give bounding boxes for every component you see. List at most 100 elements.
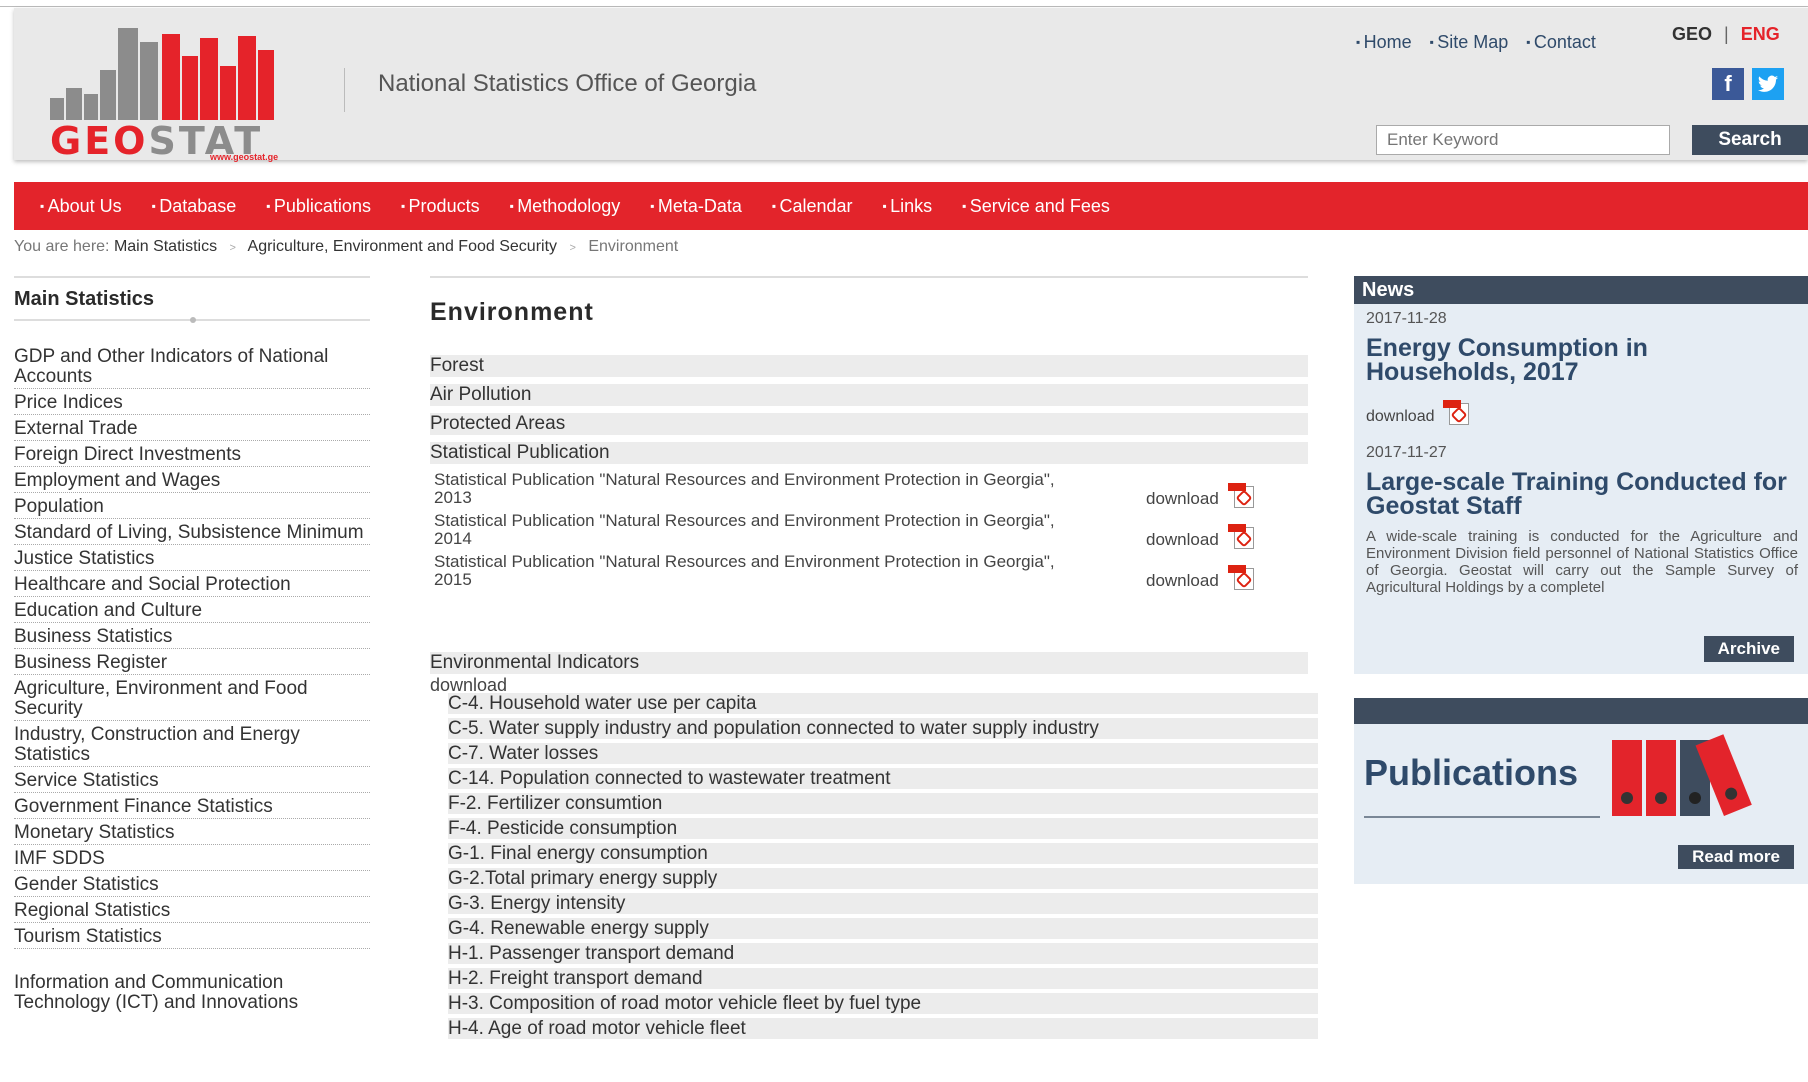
publication-row: Statistical Publication "Natural Resourc… xyxy=(430,512,1308,553)
sidebar-item-service[interactable]: Service Statistics xyxy=(14,767,370,793)
download-label[interactable]: download xyxy=(1146,571,1219,590)
news-panel: News 2017-11-28 Energy Consumption in Ho… xyxy=(1354,276,1808,674)
publication-title: Statistical Publication "Natural Resourc… xyxy=(434,470,1055,507)
indicator-item[interactable]: C-5. Water supply industry and populatio… xyxy=(448,718,1318,739)
main-nav: About Us Database Publications Products … xyxy=(14,182,1808,230)
pdf-icon[interactable] xyxy=(1227,565,1256,591)
sidebar-item-population[interactable]: Population xyxy=(14,493,370,519)
category-statistical-publication[interactable]: Statistical Publication xyxy=(430,442,1308,464)
nav-publications[interactable]: Publications xyxy=(266,196,371,217)
lang-eng[interactable]: ENG xyxy=(1741,24,1780,44)
sidebar-item-price-indices[interactable]: Price Indices xyxy=(14,389,370,415)
indicator-item[interactable]: G-4. Renewable energy supply xyxy=(448,918,1318,939)
download-label[interactable]: download xyxy=(1146,489,1219,508)
indicator-item[interactable]: G-1. Final energy consumption xyxy=(448,843,1318,864)
sidebar-item-employment[interactable]: Employment and Wages xyxy=(14,467,370,493)
category-list: Forest Air Pollution Protected Areas Sta… xyxy=(430,355,1308,464)
sidebar-item-business-statistics[interactable]: Business Statistics xyxy=(14,623,370,649)
twitter-icon[interactable] xyxy=(1752,68,1784,100)
indicator-item[interactable]: G-3. Energy intensity xyxy=(448,893,1318,914)
sidebar-item-government-finance[interactable]: Government Finance Statistics xyxy=(14,793,370,819)
sidebar-title: Main Statistics xyxy=(14,288,370,323)
facebook-icon[interactable]: f xyxy=(1712,68,1744,100)
sidebar-item-justice[interactable]: Justice Statistics xyxy=(14,545,370,571)
sidebar-item-industry[interactable]: Industry, Construction and Energy Statis… xyxy=(14,721,370,767)
logo-url: www.geostat.ge xyxy=(210,152,279,162)
category-air-pollution[interactable]: Air Pollution xyxy=(430,384,1308,406)
indicator-item[interactable]: C-7. Water losses xyxy=(448,743,1318,764)
lang-geo[interactable]: GEO xyxy=(1672,24,1712,44)
sidebar-item-external-trade[interactable]: External Trade xyxy=(14,415,370,441)
nav-service-and-fees[interactable]: Service and Fees xyxy=(962,196,1110,217)
pdf-icon[interactable] xyxy=(1227,524,1256,550)
breadcrumb-separator: > xyxy=(569,242,576,254)
indicator-item[interactable]: C-14. Population connected to wastewater… xyxy=(448,768,1318,789)
publications-promo[interactable]: Publications Read more xyxy=(1354,698,1808,884)
news-download-link[interactable]: download xyxy=(1366,400,1798,426)
indicator-item[interactable]: H-3. Composition of road motor vehicle f… xyxy=(448,993,1318,1014)
sidebar-item-fdi[interactable]: Foreign Direct Investments xyxy=(14,441,370,467)
publication-download-link[interactable]: download xyxy=(1146,483,1256,509)
indicator-item[interactable]: G-2.Total primary energy supply xyxy=(448,868,1318,889)
environmental-indicators-heading[interactable]: Environmental Indicators xyxy=(430,652,1308,674)
archive-button[interactable]: Archive xyxy=(1703,636,1794,662)
search-input[interactable] xyxy=(1376,125,1670,155)
indicators-download-link[interactable]: download xyxy=(430,675,1308,695)
publication-download-link[interactable]: download xyxy=(1146,524,1256,550)
download-label[interactable]: download xyxy=(1366,408,1435,425)
sidebar-item-business-register[interactable]: Business Register xyxy=(14,649,370,675)
pdf-icon[interactable] xyxy=(1227,483,1256,509)
publication-row: Statistical Publication "Natural Resourc… xyxy=(430,553,1308,594)
sidebar-item-agriculture[interactable]: Agriculture, Environment and Food Securi… xyxy=(14,675,370,721)
geostat-logo[interactable]: GEOSTAT www.geostat.ge xyxy=(34,18,304,162)
publication-title: Statistical Publication "Natural Resourc… xyxy=(434,552,1055,589)
sidebar-item-education[interactable]: Education and Culture xyxy=(14,597,370,623)
sidebar-item-ict[interactable]: Information and Communication Technology… xyxy=(14,969,370,1014)
sidebar-item-regional[interactable]: Regional Statistics xyxy=(14,897,370,923)
sidebar-item-gdp[interactable]: GDP and Other Indicators of National Acc… xyxy=(14,343,370,389)
breadcrumb-main-statistics[interactable]: Main Statistics xyxy=(114,238,217,255)
sidebar-item-monetary[interactable]: Monetary Statistics xyxy=(14,819,370,845)
nav-calendar[interactable]: Calendar xyxy=(772,196,853,217)
category-protected-areas[interactable]: Protected Areas xyxy=(430,413,1308,435)
sidebar-item-tourism[interactable]: Tourism Statistics xyxy=(14,923,370,949)
indicator-item[interactable]: H-4. Age of road motor vehicle fleet xyxy=(448,1018,1318,1039)
publication-download-link[interactable]: download xyxy=(1146,565,1256,591)
nav-products[interactable]: Products xyxy=(401,196,480,217)
indicator-item[interactable]: F-2. Fertilizer consumtion xyxy=(448,793,1318,814)
news-title[interactable]: Large-scale Training Conducted for Geost… xyxy=(1366,470,1798,519)
breadcrumb-agriculture[interactable]: Agriculture, Environment and Food Securi… xyxy=(248,238,557,255)
main-content: Environment Forest Air Pollution Protect… xyxy=(430,276,1318,1043)
home-link[interactable]: Home xyxy=(1356,32,1412,53)
contact-link[interactable]: Contact xyxy=(1526,32,1596,53)
indicator-item[interactable]: C-4. Household water use per capita xyxy=(448,693,1318,714)
publication-row: Statistical Publication "Natural Resourc… xyxy=(430,471,1308,512)
breadcrumb-prefix: You are here: xyxy=(14,238,110,255)
news-excerpt: A wide-scale training is conducted for t… xyxy=(1366,528,1798,596)
pdf-icon[interactable] xyxy=(1442,400,1471,426)
nav-methodology[interactable]: Methodology xyxy=(510,196,620,217)
sidebar-item-imf-sdds[interactable]: IMF SDDS xyxy=(14,845,370,871)
social-links: f xyxy=(1712,68,1784,100)
publications-promo-header xyxy=(1354,698,1808,724)
top-border xyxy=(0,6,1808,7)
sidebar-item-healthcare[interactable]: Healthcare and Social Protection xyxy=(14,571,370,597)
category-forest[interactable]: Forest xyxy=(430,355,1308,377)
nav-about-us[interactable]: About Us xyxy=(40,196,122,217)
lang-separator: | xyxy=(1724,24,1729,44)
indicator-item[interactable]: F-4. Pesticide consumption xyxy=(448,818,1318,839)
sidebar-item-gender[interactable]: Gender Statistics xyxy=(14,871,370,897)
main-top-rule xyxy=(430,276,1308,278)
news-title[interactable]: Energy Consumption in Households, 2017 xyxy=(1366,336,1798,385)
indicator-item[interactable]: H-2. Freight transport demand xyxy=(448,968,1318,989)
indicator-item[interactable]: H-1. Passenger transport demand xyxy=(448,943,1318,964)
download-label[interactable]: download xyxy=(1146,530,1219,549)
search-button[interactable]: Search xyxy=(1692,125,1808,155)
nav-links[interactable]: Links xyxy=(883,196,932,217)
nav-meta-data[interactable]: Meta-Data xyxy=(650,196,742,217)
nav-database[interactable]: Database xyxy=(152,196,236,217)
site-map-link[interactable]: Site Map xyxy=(1430,32,1508,53)
read-more-button[interactable]: Read more xyxy=(1678,845,1794,869)
sidebar-item-standard-of-living[interactable]: Standard of Living, Subsistence Minimum xyxy=(14,519,370,545)
publication-list: Statistical Publication "Natural Resourc… xyxy=(430,471,1308,594)
